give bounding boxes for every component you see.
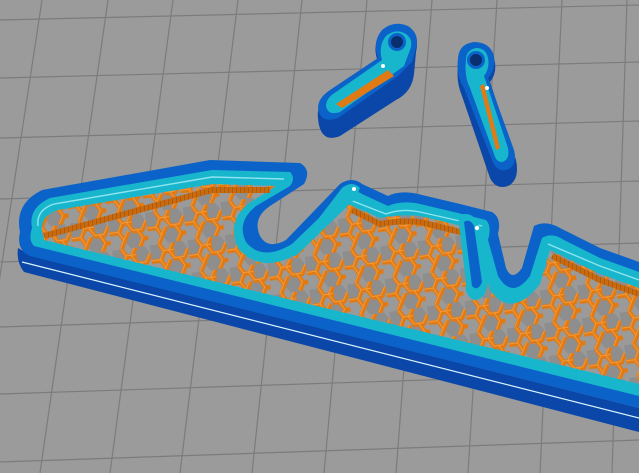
seam-marker bbox=[474, 225, 480, 231]
slicer-3d-viewport[interactable] bbox=[0, 0, 639, 473]
layer-preview-canvas[interactable] bbox=[0, 0, 639, 473]
